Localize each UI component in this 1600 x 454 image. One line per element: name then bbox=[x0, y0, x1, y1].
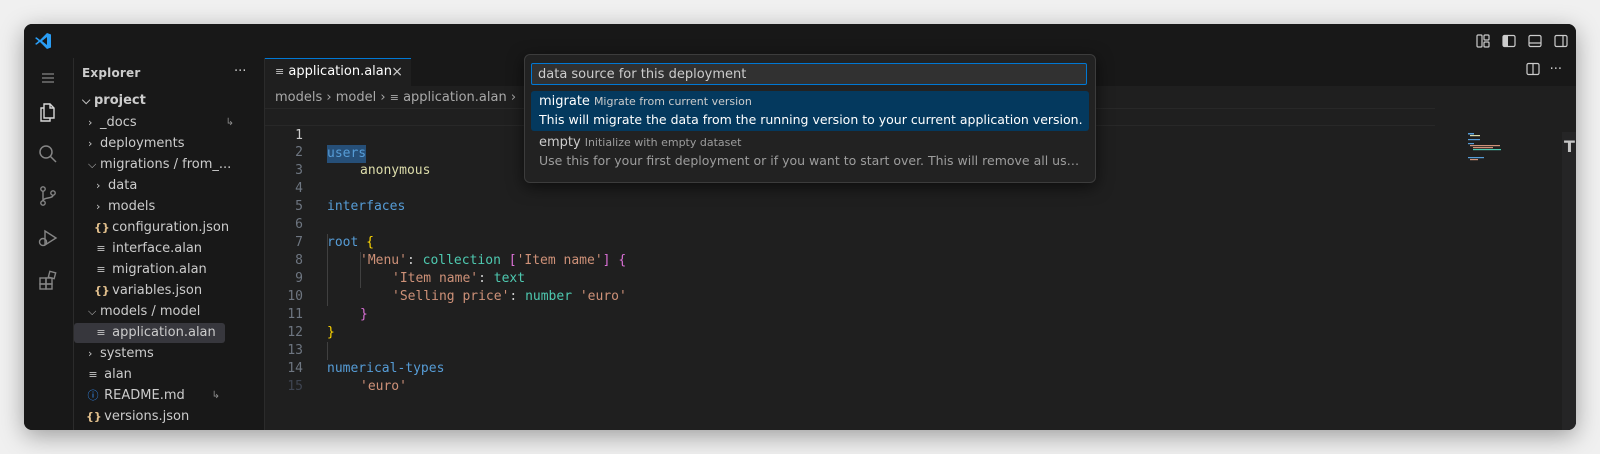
search-icon[interactable] bbox=[34, 140, 62, 168]
vscode-logo-icon bbox=[34, 32, 52, 50]
quick-pick: migrateMigrate from current version This… bbox=[524, 54, 1096, 183]
code-line: 10 } bbox=[287, 289, 368, 322]
tree-item-migration-alan[interactable]: ≡ migration.alan bbox=[94, 260, 254, 280]
code-line: 5 bbox=[295, 199, 303, 214]
vscode-window: Explorer ··· ⌵ project › _docs ↳ › deployme… bbox=[24, 24, 1576, 430]
tree-item-versions-json[interactable]: {} versions.json bbox=[86, 407, 266, 427]
text-file-icon: ≡ bbox=[96, 242, 106, 255]
chevron-right-icon: › bbox=[96, 200, 101, 213]
breadcrumb-item[interactable]: models bbox=[275, 90, 322, 105]
tree-item-docs[interactable]: › _docs ↳ bbox=[88, 113, 268, 133]
tree-item-configuration-json[interactable]: {} configuration.json bbox=[94, 218, 254, 238]
tree-item-deployments[interactable]: › deployments bbox=[88, 134, 268, 154]
vertical-scrollbar[interactable]: T bbox=[1562, 132, 1576, 430]
breadcrumb-item[interactable]: application.alan bbox=[403, 90, 507, 105]
tree-item-systems[interactable]: › systems bbox=[88, 344, 268, 364]
code-line: 8 'Item name': text bbox=[295, 253, 526, 286]
chevron-right-icon: › bbox=[96, 179, 101, 192]
text-file-icon: ≡ bbox=[96, 326, 106, 339]
tree-item-readme[interactable]: ⓘ README.md ↳ bbox=[86, 386, 254, 406]
symlink-icon: ↳ bbox=[211, 390, 220, 401]
customize-layout-icon[interactable] bbox=[1474, 32, 1492, 50]
chevron-right-icon: › bbox=[88, 116, 93, 129]
explorer-title: Explorer bbox=[82, 66, 141, 80]
code-line: 15 bbox=[287, 379, 303, 394]
code-line: 7 'Menu': collection ['Item name'] { bbox=[295, 235, 627, 268]
extensions-icon[interactable] bbox=[34, 266, 62, 294]
chevron-right-icon: › bbox=[510, 90, 517, 105]
chevron-right-icon: › bbox=[326, 90, 336, 105]
info-icon: ⓘ bbox=[87, 389, 99, 402]
chevron-right-icon: › bbox=[380, 90, 390, 105]
code-line: 12 bbox=[287, 325, 303, 340]
activity-bar bbox=[24, 58, 74, 430]
tree-item-data[interactable]: › data bbox=[96, 176, 276, 196]
explorer-more-button[interactable]: ··· bbox=[234, 64, 246, 79]
json-file-icon: {} bbox=[94, 284, 110, 297]
code-line: 2 anonymous bbox=[295, 145, 431, 178]
toggle-panel-icon[interactable] bbox=[1526, 32, 1544, 50]
split-editor-icon[interactable] bbox=[1525, 62, 1540, 80]
code-line: 13 numerical-types bbox=[287, 343, 445, 376]
breadcrumb: models › model › ≡ application.alan › bbox=[275, 88, 516, 108]
explorer-icon[interactable] bbox=[34, 98, 62, 126]
chevron-right-icon: › bbox=[88, 137, 93, 150]
tree-item-models-model[interactable]: ⌵ models / model bbox=[88, 302, 254, 322]
json-file-icon: {} bbox=[94, 221, 110, 234]
symlink-icon: ↳ bbox=[225, 117, 234, 128]
breadcrumb-item[interactable]: model bbox=[336, 90, 376, 105]
code-line: 4 interfaces bbox=[295, 181, 406, 214]
quick-pick-item-empty[interactable]: empty Initialize with empty dataset Use t… bbox=[531, 132, 1089, 172]
chevron-down-icon: ⌵ bbox=[88, 305, 97, 318]
menu-icon[interactable] bbox=[34, 64, 62, 92]
tree-item-alan[interactable]: ≡ alan bbox=[86, 365, 266, 385]
minimap[interactable] bbox=[1466, 132, 1506, 172]
toggle-secondary-sidebar-icon[interactable] bbox=[1552, 32, 1570, 50]
quick-pick-input[interactable] bbox=[531, 63, 1087, 85]
more-actions-icon[interactable]: ··· bbox=[1550, 62, 1562, 80]
json-file-icon: {} bbox=[86, 410, 102, 423]
chevron-down-icon: ⌵ bbox=[88, 158, 97, 171]
tree-item-models[interactable]: › models bbox=[96, 197, 276, 217]
tree-item-migrations[interactable]: ⌵ migrations / from_... bbox=[88, 155, 254, 175]
chevron-down-icon: ⌵ bbox=[82, 94, 91, 107]
code-line: 14 'euro' bbox=[287, 361, 407, 394]
source-control-icon[interactable] bbox=[34, 182, 62, 210]
scrollbar-thumb[interactable]: T bbox=[1564, 139, 1575, 155]
tab-application-alan[interactable]: ≡ application.alan × bbox=[265, 58, 411, 86]
text-file-icon: ≡ bbox=[96, 263, 106, 276]
chevron-right-icon: › bbox=[88, 347, 93, 360]
text-file-icon: ≡ bbox=[389, 91, 399, 104]
quick-pick-item-migrate[interactable]: migrate Migrate from current version This… bbox=[531, 91, 1089, 131]
run-debug-icon[interactable] bbox=[34, 224, 62, 252]
close-tab-icon[interactable]: × bbox=[391, 59, 403, 85]
tree-item-application-alan[interactable]: ≡ application.alan bbox=[74, 323, 225, 343]
toggle-primary-sidebar-icon[interactable] bbox=[1500, 32, 1518, 50]
code-line: 11 } bbox=[287, 307, 335, 340]
text-file-icon: ≡ bbox=[275, 65, 285, 78]
code-line: 3 bbox=[295, 163, 303, 178]
text-file-icon: ≡ bbox=[88, 368, 98, 381]
code-line: 6 root { bbox=[295, 217, 374, 250]
title-bar bbox=[24, 24, 1576, 58]
tree-item-variables-json[interactable]: {} variables.json bbox=[94, 281, 254, 301]
code-line: 9 'Selling price': number 'euro' bbox=[295, 271, 627, 304]
tree-item-interface-alan[interactable]: ≡ interface.alan bbox=[94, 239, 254, 259]
tree-root-project[interactable]: ⌵ project bbox=[82, 91, 262, 111]
